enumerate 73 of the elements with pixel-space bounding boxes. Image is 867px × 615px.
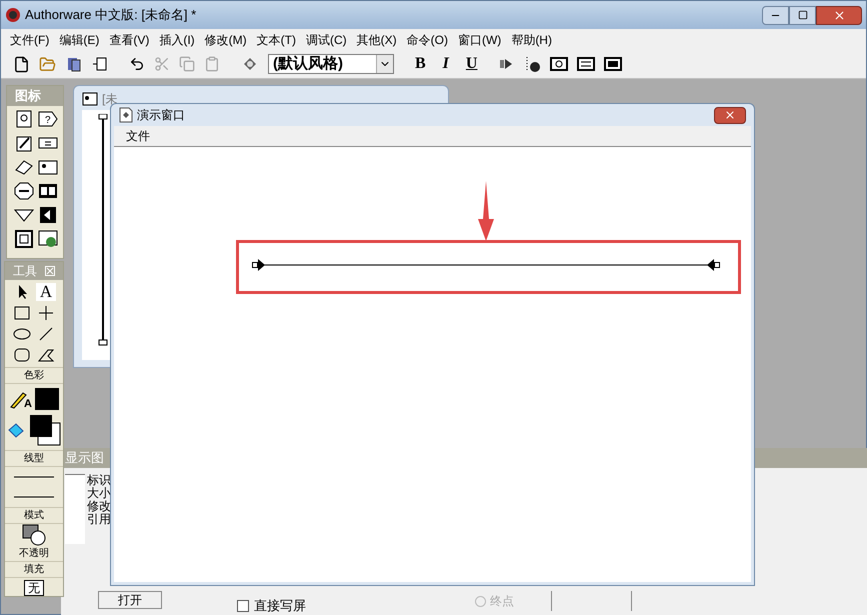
app-logo-icon (5, 7, 21, 23)
rounded-rectangle-icon[interactable] (12, 346, 32, 364)
maximize-button[interactable] (789, 6, 816, 24)
demo-window-title: 演示窗口 (137, 107, 185, 124)
new-file-icon[interactable] (13, 56, 30, 72)
knowledge-object-icon[interactable] (604, 56, 622, 72)
menu-item[interactable]: 修改(M) (200, 30, 252, 48)
play-icon[interactable] (498, 56, 514, 72)
menu-item[interactable]: 编辑(E) (54, 30, 104, 48)
film-icon[interactable] (38, 182, 58, 200)
underline-button[interactable]: U (462, 52, 482, 76)
menu-item[interactable]: 文件 (122, 127, 154, 145)
motion-icon[interactable] (14, 134, 34, 152)
menu-item[interactable]: 插入(I) (154, 30, 200, 48)
close-button[interactable] (816, 6, 862, 24)
menu-item[interactable]: 窗口(W) (452, 30, 506, 48)
end-point-label: 终点 (490, 593, 514, 610)
close-button[interactable] (714, 106, 746, 124)
annotation-arrow (478, 181, 494, 241)
menu-item[interactable]: 命令(O) (402, 30, 453, 48)
opaque-mode-icon[interactable] (21, 524, 47, 546)
properties-title: 显示图 (65, 449, 104, 468)
tools-palette-title: 工具 (13, 263, 37, 280)
frame-icon[interactable] (14, 230, 34, 248)
flowline-window-title: [未 (102, 91, 118, 108)
fill-colors-swatch[interactable] (29, 414, 61, 446)
close-icon (832, 8, 846, 22)
stack-icon[interactable] (65, 55, 83, 73)
display-icon[interactable] (14, 110, 34, 128)
mode-section-label: 模式 (5, 507, 63, 524)
property-label: 引用 (87, 513, 111, 526)
open-folder-icon[interactable] (39, 56, 56, 72)
clipboard-icon[interactable] (204, 56, 220, 72)
mode-value: 不透明 (19, 546, 49, 561)
menu-item[interactable]: 文本(T) (252, 30, 301, 48)
bold-button[interactable]: B (411, 52, 430, 76)
style-dropdown[interactable]: (默认风格) (268, 54, 394, 74)
undo-icon[interactable] (129, 56, 145, 72)
color-section-label: 色彩 (5, 367, 63, 384)
line-section-label: 线型 (5, 450, 63, 467)
preview-box (65, 474, 85, 544)
icon-palette-title: 图标 (15, 87, 41, 106)
text-tool-icon[interactable]: A (36, 283, 56, 301)
menu-item[interactable]: 文件(F) (5, 30, 54, 48)
fill-value[interactable]: 无 (24, 580, 44, 596)
rectangle-tool-icon[interactable] (12, 304, 32, 322)
menu-item[interactable]: 帮助(H) (506, 30, 557, 48)
list-icon[interactable] (577, 56, 596, 72)
flowline-icon (82, 92, 98, 106)
function-icon[interactable] (550, 56, 568, 72)
menu-item[interactable]: 其他(X) (352, 30, 402, 48)
document-icon (119, 107, 133, 123)
menu-item[interactable]: 调试(C) (300, 30, 352, 48)
sound-icon[interactable] (38, 206, 58, 224)
property-label: 大小 (87, 487, 111, 500)
line-color-swatch[interactable] (35, 388, 59, 410)
erase-icon[interactable] (14, 158, 34, 176)
maximize-icon (798, 10, 808, 20)
window-title: Authorware 中文版: [未命名] * (25, 6, 196, 24)
crosshair-icon[interactable] (36, 304, 56, 322)
document-icon[interactable] (92, 56, 108, 72)
direct-write-checkbox[interactable] (237, 600, 249, 612)
map-icon[interactable] (38, 158, 58, 176)
open-button[interactable]: 打开 (98, 591, 162, 609)
fill-section-label: 填充 (5, 561, 63, 578)
property-label: 修改 (87, 500, 111, 513)
close-icon (724, 109, 736, 121)
italic-button[interactable]: I (438, 52, 453, 76)
menu-item[interactable]: 查看(V) (104, 30, 154, 48)
interaction-icon[interactable]: ? (38, 110, 58, 128)
wait-icon[interactable] (14, 182, 34, 200)
direct-write-label: 直接写屏 (254, 597, 306, 615)
property-label: 标识 (87, 474, 111, 487)
